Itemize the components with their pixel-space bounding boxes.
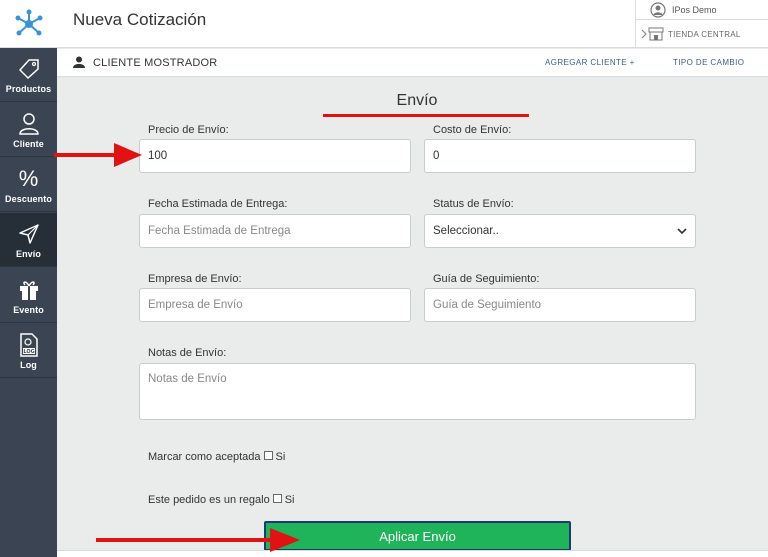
tracking-label: Guía de Seguimiento:	[433, 273, 540, 285]
title-underline-annotation	[323, 114, 529, 117]
gift-label: Este pedido es un regalo	[148, 494, 270, 506]
page-title: Nueva Cotización	[73, 10, 207, 29]
network-logo-icon	[15, 9, 42, 35]
sidebar-item-cliente[interactable]: Cliente	[0, 103, 57, 157]
app-logo[interactable]	[0, 0, 57, 48]
sidebar-item-envio[interactable]: Envío	[0, 213, 57, 267]
add-client-link[interactable]: AGREGAR CLIENTE +	[545, 58, 635, 67]
paper-plane-icon	[16, 221, 42, 247]
percent-icon: %	[18, 166, 39, 191]
user-name: IPos Demo	[672, 4, 717, 15]
shipping-cost-input[interactable]: 0	[424, 139, 696, 173]
tag-icon	[16, 56, 42, 82]
chevron-down-icon	[677, 228, 687, 235]
user-icon	[16, 111, 42, 137]
log-badge-text: LOG	[23, 349, 34, 355]
sidebar-item-label: Log	[20, 360, 37, 370]
exchange-rate-link[interactable]: TIPO DE CAMBIO	[673, 58, 744, 67]
client-bar: CLIENTE MOSTRADOR AGREGAR CLIENTE + TIPO…	[57, 49, 768, 77]
delivery-date-label: Fecha Estimada de Entrega:	[148, 198, 288, 210]
mark-accepted-row: Marcar como aceptada Si	[148, 451, 285, 463]
mark-accepted-label: Marcar como aceptada	[148, 451, 261, 463]
store-selector[interactable]: TIENDA CENTRAL	[636, 20, 768, 48]
sidebar-item-label: Productos	[5, 84, 52, 94]
mark-accepted-checkbox[interactable]	[263, 451, 273, 460]
section-title: Envío	[396, 92, 438, 109]
client-user-icon	[73, 56, 85, 68]
top-header: Nueva Cotización IPos Demo TIENDA CENTRA…	[57, 0, 768, 48]
shipping-status-value: Seleccionar..	[433, 225, 499, 237]
chevron-right-icon	[641, 29, 647, 39]
sidebar-item-label: Evento	[13, 305, 44, 315]
client-name: CLIENTE MOSTRADOR	[93, 57, 218, 69]
annotation-arrow-button	[96, 528, 300, 552]
sidebar-item-descuento[interactable]: % Descuento	[0, 158, 57, 212]
user-avatar-icon	[650, 1, 666, 18]
gift-icon	[16, 277, 42, 303]
log-file-icon: LOG	[16, 332, 42, 358]
sidebar-item-log[interactable]: LOG Log	[0, 324, 57, 378]
apply-shipping-button[interactable]: Aplicar Envío	[264, 521, 571, 551]
shipping-company-label: Empresa de Envío:	[148, 273, 242, 285]
sidebar-item-evento[interactable]: Evento	[0, 269, 57, 323]
gift-option: Si	[284, 494, 295, 506]
annotation-arrow-price	[54, 143, 142, 167]
shipping-price-input[interactable]: 100	[139, 139, 411, 173]
shipping-price-label: Precio de Envío:	[148, 124, 229, 136]
delivery-date-input[interactable]: Fecha Estimada de Entrega	[139, 214, 411, 248]
gift-row: Este pedido es un regalo Si	[148, 494, 294, 506]
sidebar-item-productos[interactable]: Productos	[0, 48, 57, 102]
shipping-status-label: Status de Envío:	[433, 198, 514, 210]
sidebar-item-label: Cliente	[13, 139, 44, 149]
shipping-cost-label: Costo de Envío:	[433, 124, 512, 136]
store-icon	[648, 27, 664, 41]
sidebar-item-label: Descuento	[5, 194, 52, 204]
gift-checkbox[interactable]	[272, 494, 282, 503]
notes-textarea[interactable]: Notas de Envío	[139, 363, 696, 420]
store-name: TIENDA CENTRAL	[668, 29, 741, 39]
tracking-input[interactable]: Guía de Seguimiento	[424, 288, 696, 322]
shipping-company-input[interactable]: Empresa de Envío	[139, 288, 411, 322]
notes-label: Notas de Envío:	[148, 347, 227, 359]
sidebar-item-label: Envío	[15, 249, 41, 259]
shipping-status-select[interactable]: Seleccionar..	[424, 214, 696, 248]
user-panel: IPos Demo TIENDA CENTRAL	[635, 0, 768, 48]
sidebar: Productos Cliente % Descuento Envío Even…	[0, 0, 57, 557]
user-menu[interactable]: IPos Demo	[636, 0, 768, 20]
mark-accepted-option: Si	[275, 451, 286, 463]
